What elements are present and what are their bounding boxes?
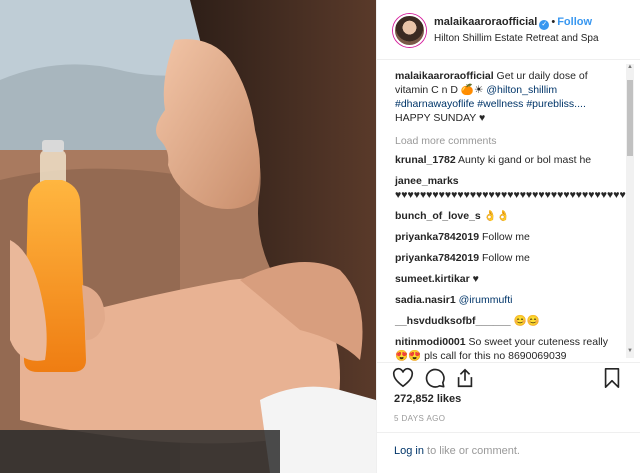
post-header: malaikaaroraofficial ✓ • Follow Hilton Shil… — [377, 0, 640, 60]
user-line: malaikaaroraofficial ✓ • Follow — [434, 16, 592, 30]
comment-username[interactable]: __hsvdudksofbf______ — [395, 315, 511, 327]
comment-item: sadia.nasir1 @irummufti — [395, 293, 622, 307]
separator-dot: • — [551, 16, 556, 28]
scroll-down-arrow-icon[interactable]: ▼ — [626, 348, 634, 358]
caption-mention[interactable]: @hilton_shillim — [486, 84, 557, 96]
bookmark-icon[interactable] — [601, 367, 623, 389]
header-username[interactable]: malaikaaroraofficial — [434, 16, 537, 28]
comment-text: ♥♥♥♥♥♥♥♥♥♥♥♥♥♥♥♥♥♥♥♥♥♥♥♥♥♥♥♥♥♥♥♥♥♥♥♥♥♥♥♥… — [395, 189, 632, 201]
comment-item: priyanka7842019 Follow me — [395, 251, 622, 265]
instagram-post: malaikaaroraofficial ✓ • Follow Hilton Shil… — [0, 0, 640, 473]
comments-list[interactable]: malaikaaroraofficial Get ur daily dose o… — [377, 61, 632, 363]
post-actions: 272,852 likes 5 DAYS AGO — [376, 362, 640, 432]
follow-button[interactable]: Follow — [557, 16, 592, 28]
share-icon[interactable] — [454, 367, 476, 389]
comment-bubble-icon[interactable] — [424, 367, 446, 389]
photo-illustration — [0, 0, 376, 473]
comment-username[interactable]: nitinmodi0001 — [395, 336, 466, 348]
comment-item: nitinmodi0001 So sweet your cuteness rea… — [395, 335, 622, 363]
comment-item: janee_marks ♥♥♥♥♥♥♥♥♥♥♥♥♥♥♥♥♥♥♥♥♥♥♥♥♥♥♥♥… — [395, 174, 632, 202]
comment-username[interactable]: priyanka7842019 — [395, 231, 479, 243]
comment-username[interactable]: bunch_of_love_s — [395, 210, 481, 222]
post-timestamp[interactable]: 5 DAYS AGO — [394, 414, 445, 423]
comment-item: priyanka7842019 Follow me — [395, 230, 622, 244]
comment-item: krunal_1782 Aunty ki gand or bol mast he — [395, 153, 622, 167]
comment-item: bunch_of_love_s 👌👌 — [395, 209, 622, 223]
post-photo — [0, 0, 376, 473]
location-link[interactable]: Hilton Shillim Estate Retreat and Spa — [434, 33, 599, 44]
comment-text: Aunty ki gand or bol mast he — [455, 154, 592, 166]
comment-text: 😊😊 — [510, 315, 540, 327]
comment-username[interactable]: krunal_1782 — [395, 154, 456, 166]
caption-username[interactable]: malaikaaroraofficial — [395, 70, 494, 82]
login-prompt: Log in to like or comment. — [376, 432, 640, 473]
comment-username[interactable]: sumeet.kirtikar — [395, 273, 470, 285]
verified-badge-icon: ✓ — [539, 20, 550, 30]
caption-hashtags[interactable]: #dharnawayoflife #wellness #purebliss...… — [395, 98, 586, 110]
avatar[interactable] — [393, 14, 426, 47]
comment-item: __hsvdudksofbf______ 😊😊 — [395, 314, 622, 328]
comment-username[interactable]: sadia.nasir1 — [395, 294, 456, 306]
comment-text: Follow me — [479, 252, 530, 264]
comment-text: ♥ — [469, 273, 479, 285]
comment-text: Follow me — [479, 231, 530, 243]
comment-username[interactable]: janee_marks — [395, 175, 459, 187]
load-more-comments-button[interactable]: Load more comments — [395, 135, 622, 147]
comment-item: sumeet.kirtikar ♥ — [395, 272, 622, 286]
login-prompt-text: to like or comment. — [423, 445, 520, 457]
scrollbar-thumb[interactable] — [627, 80, 633, 156]
comment-username[interactable]: priyanka7842019 — [395, 252, 479, 264]
login-link[interactable]: Log in — [394, 445, 424, 457]
heart-icon[interactable] — [392, 367, 414, 389]
caption-line2: HAPPY SUNDAY ♥ — [395, 112, 486, 124]
comment-text: 👌👌 — [480, 210, 510, 222]
scroll-up-arrow-icon[interactable]: ▲ — [626, 64, 634, 74]
comment-mention[interactable]: @irummufti — [459, 294, 513, 306]
likes-count[interactable]: 272,852 likes — [394, 393, 461, 405]
caption: malaikaaroraofficial Get ur daily dose o… — [395, 69, 622, 125]
